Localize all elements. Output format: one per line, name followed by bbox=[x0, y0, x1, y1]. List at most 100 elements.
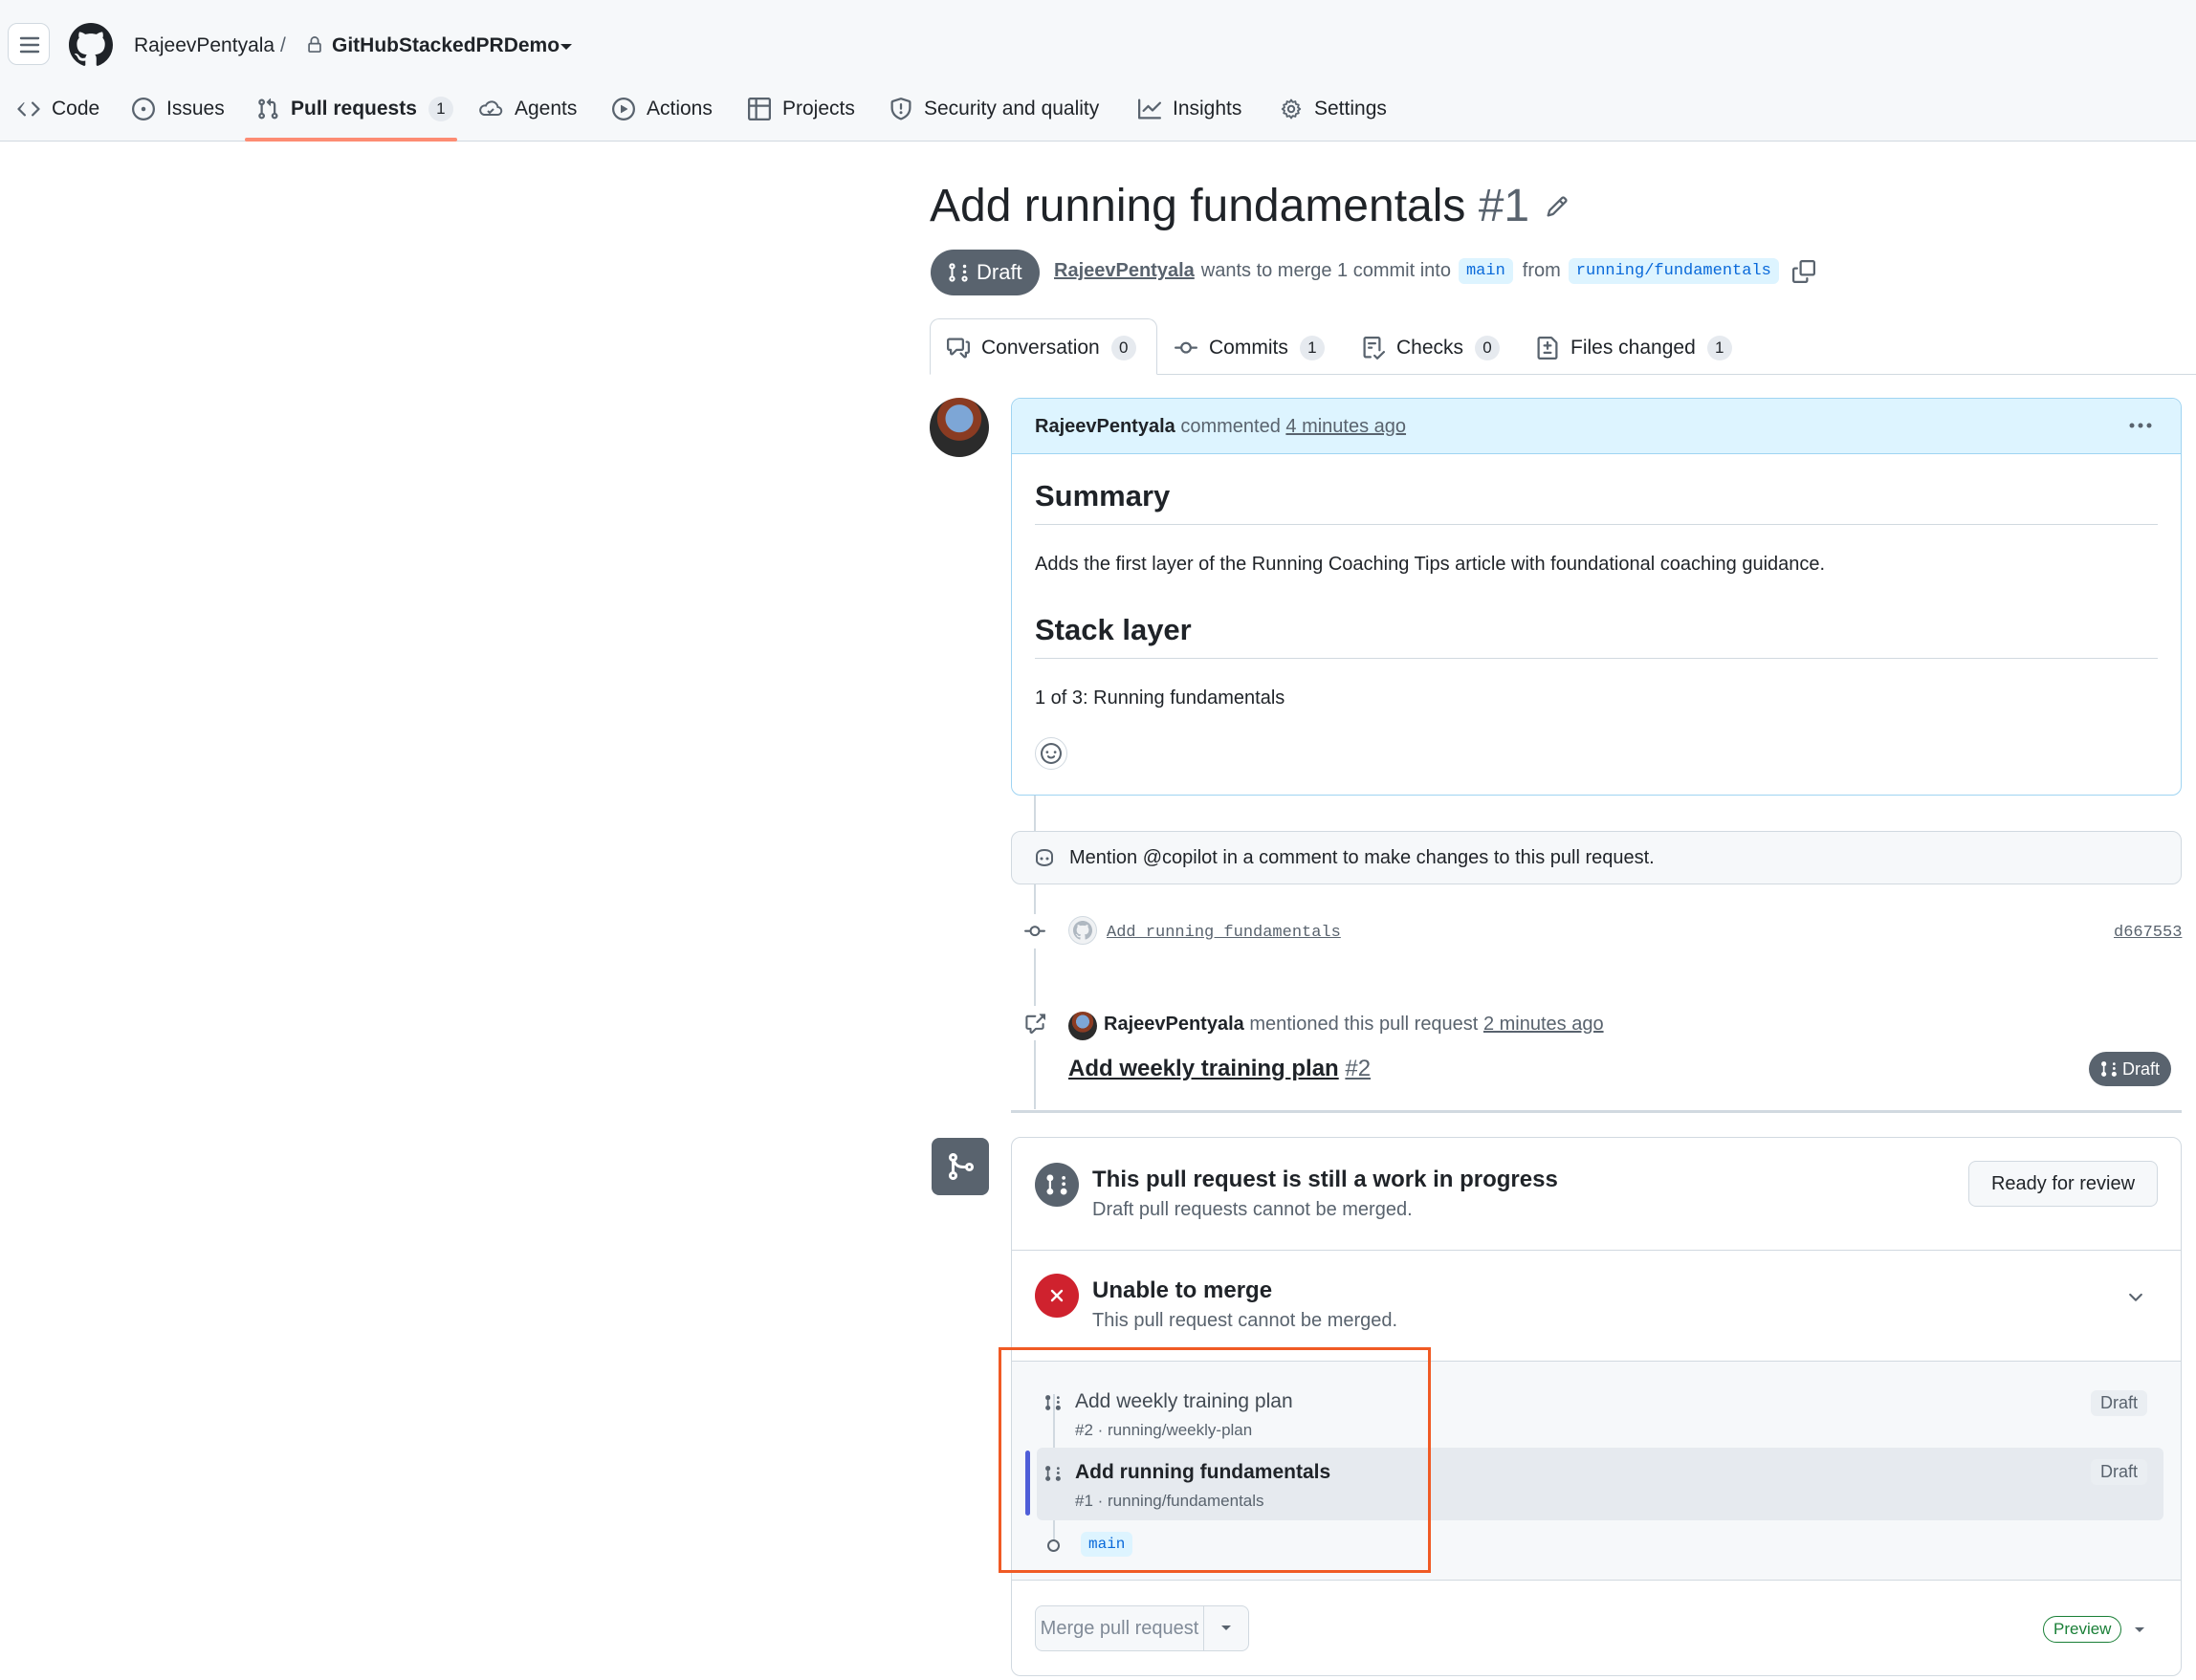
repo-name-link[interactable]: GitHubStackedPRDemo bbox=[332, 34, 560, 57]
draft-pr-icon bbox=[2101, 1061, 2117, 1077]
issue-icon bbox=[132, 98, 155, 120]
gear-icon bbox=[1281, 98, 1302, 120]
stack-item-state: Draft bbox=[2091, 1459, 2148, 1485]
highlight-annotation bbox=[999, 1347, 1431, 1573]
chevron-down-icon[interactable] bbox=[2125, 1287, 2146, 1308]
nav-tab-actions[interactable]: Actions bbox=[612, 92, 713, 126]
pr-title: Add running fundamentals #1 bbox=[930, 180, 1529, 232]
checklist-icon bbox=[1363, 337, 1385, 360]
shield-icon bbox=[890, 98, 911, 120]
tab-label: Conversation bbox=[981, 337, 1100, 359]
head-branch[interactable]: running/fundamentals bbox=[1568, 258, 1779, 284]
tab-count: 1 bbox=[1299, 336, 1325, 360]
draft-pr-icon bbox=[1046, 1174, 1067, 1195]
graph-icon bbox=[1138, 98, 1161, 120]
edit-title-icon[interactable] bbox=[1546, 195, 1569, 218]
nav-tab-issues[interactable]: Issues bbox=[132, 92, 225, 126]
tab-commits[interactable]: Commits 1 bbox=[1175, 321, 1325, 375]
tab-count: 1 bbox=[1706, 336, 1732, 360]
nav-tab-label: Code bbox=[52, 98, 100, 120]
copilot-text: Mention @copilot in a comment to make ch… bbox=[1069, 847, 1655, 868]
github-mark-icon bbox=[1073, 921, 1092, 940]
merge-text: wants to merge 1 commit into bbox=[1200, 260, 1451, 281]
merge-pull-request-button[interactable]: Merge pull request bbox=[1036, 1606, 1204, 1650]
wip-title: This pull request is still a work in pro… bbox=[1092, 1167, 1558, 1192]
repo-owner-link[interactable]: RajeevPentyala bbox=[134, 34, 274, 57]
x-icon bbox=[1050, 1289, 1064, 1302]
nav-tab-label: Insights bbox=[1173, 98, 1242, 120]
cross-reference-icon bbox=[1025, 1014, 1045, 1034]
comment-discussion-icon bbox=[947, 338, 970, 359]
active-tab-underline bbox=[245, 138, 457, 142]
ready-for-review-button[interactable]: Ready for review bbox=[1968, 1161, 2158, 1207]
base-branch[interactable]: main bbox=[1458, 258, 1513, 284]
pr-author-link[interactable]: RajeevPentyala bbox=[1054, 260, 1195, 282]
tab-checks[interactable]: Checks 0 bbox=[1362, 321, 1501, 375]
preview-dropdown-icon[interactable] bbox=[2133, 1625, 2146, 1635]
nav-tab-projects[interactable]: Projects bbox=[748, 92, 855, 126]
nav-tab-pull-requests[interactable]: Pull requests 1 bbox=[256, 92, 453, 126]
pr-state-label: Draft bbox=[977, 260, 1022, 284]
nav-tab-security[interactable]: Security and quality bbox=[889, 92, 1099, 126]
agent-icon bbox=[479, 100, 503, 116]
play-icon bbox=[612, 98, 635, 120]
wip-subtitle: Draft pull requests cannot be merged. bbox=[1092, 1199, 1413, 1220]
nav-tab-label: Settings bbox=[1314, 98, 1387, 120]
pull-request-count-badge: 1 bbox=[428, 97, 453, 121]
commit-message-link[interactable]: Add running fundamentals bbox=[1107, 924, 1341, 942]
author-avatar[interactable] bbox=[930, 398, 989, 457]
preview-badge[interactable]: Preview bbox=[2043, 1616, 2122, 1643]
heading-divider bbox=[1035, 524, 2158, 525]
smiley-icon bbox=[1041, 743, 1062, 764]
nav-tab-label: Issues bbox=[166, 98, 225, 120]
tab-label: Files changed bbox=[1570, 337, 1696, 359]
nav-tab-insights[interactable]: Insights bbox=[1138, 92, 1241, 126]
tab-label: Checks bbox=[1396, 337, 1464, 359]
copy-icon[interactable] bbox=[1791, 259, 1815, 283]
commit-node bbox=[1018, 914, 1052, 949]
kebab-horizontal-icon[interactable] bbox=[2127, 414, 2154, 437]
commit-author-avatar[interactable] bbox=[1068, 916, 1097, 945]
mentioned-pr-number: #2 bbox=[1345, 1056, 1372, 1081]
commit-icon bbox=[1175, 341, 1197, 354]
section-divider bbox=[1012, 1580, 2181, 1581]
table-icon bbox=[748, 98, 771, 120]
draft-status-icon bbox=[1035, 1163, 1079, 1207]
nav-tab-label: Actions bbox=[647, 98, 713, 120]
mentioned-pr-title: Add weekly training plan bbox=[1068, 1056, 1339, 1081]
nav-tab-code[interactable]: Code bbox=[17, 92, 99, 126]
mention-author[interactable]: RajeevPentyala bbox=[1104, 1014, 1244, 1035]
nav-tab-label: Pull requests bbox=[291, 98, 417, 120]
mention-time[interactable]: 2 minutes ago bbox=[1483, 1014, 1604, 1035]
comment-header: RajeevPentyala commented 4 minutes ago bbox=[1012, 399, 2181, 454]
mention-author-avatar[interactable] bbox=[1068, 1012, 1097, 1040]
comment-time[interactable]: 4 minutes ago bbox=[1285, 416, 1406, 437]
comment-author[interactable]: RajeevPentyala bbox=[1035, 416, 1175, 437]
tab-conversation[interactable]: Conversation 0 bbox=[947, 321, 1136, 375]
heading-divider bbox=[1035, 658, 2158, 659]
github-logo-icon[interactable] bbox=[69, 23, 113, 67]
tab-files-changed[interactable]: Files changed 1 bbox=[1536, 321, 1732, 375]
mentioned-pr-state-label: Draft bbox=[2122, 1058, 2161, 1079]
copilot-banner: Mention @copilot in a comment to make ch… bbox=[1011, 831, 2182, 884]
commit-sha-link[interactable]: d667553 bbox=[2114, 924, 2182, 942]
unable-subtitle: This pull request cannot be merged. bbox=[1092, 1310, 1398, 1331]
tab-count: 0 bbox=[1475, 336, 1501, 360]
repo-dropdown-icon[interactable] bbox=[560, 42, 573, 52]
mentioned-pr-link[interactable]: Add weekly training plan #2 bbox=[1068, 1056, 1371, 1082]
menu-button[interactable] bbox=[8, 23, 50, 65]
lock-icon bbox=[306, 35, 323, 55]
nav-tab-agents[interactable]: Agents bbox=[478, 92, 577, 126]
pull-request-icon bbox=[258, 98, 278, 120]
merge-method-dropdown[interactable] bbox=[1204, 1606, 1248, 1650]
nav-tab-label: Security and quality bbox=[924, 98, 1100, 120]
nav-tab-settings[interactable]: Settings bbox=[1280, 92, 1387, 126]
comment-heading-summary: Summary bbox=[1035, 479, 1171, 513]
copilot-icon bbox=[1033, 847, 1056, 868]
add-reaction-button[interactable] bbox=[1035, 737, 1067, 770]
mentioned-pr-state-badge: Draft bbox=[2089, 1052, 2172, 1086]
stack-item-state: Draft bbox=[2091, 1390, 2148, 1416]
tab-label: Commits bbox=[1209, 337, 1288, 359]
code-icon bbox=[17, 101, 40, 117]
unable-title: Unable to merge bbox=[1092, 1277, 1273, 1303]
